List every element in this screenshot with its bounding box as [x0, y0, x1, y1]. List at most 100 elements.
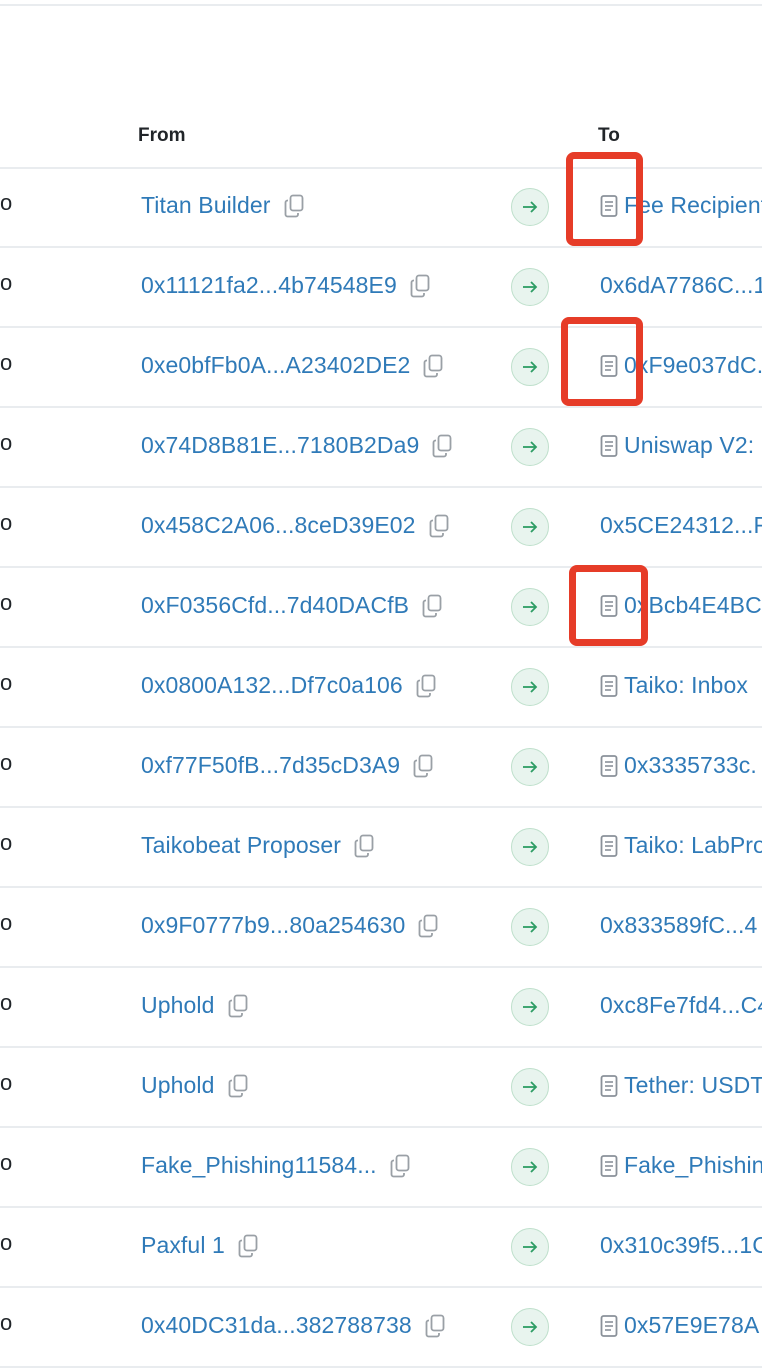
- truncated-cell: o: [0, 910, 13, 935]
- contract-icon: [600, 434, 618, 458]
- truncated-cell: o: [0, 830, 13, 855]
- copy-icon[interactable]: [410, 274, 430, 298]
- to-address: 0x5CE24312...F: [600, 512, 762, 539]
- from-address-link[interactable]: 0xe0bfFb0A...A23402DE2: [141, 352, 410, 379]
- to-address-link[interactable]: Taiko: Inbox: [624, 672, 748, 699]
- to-address-link[interactable]: 0x3335733c.: [624, 752, 757, 779]
- copy-icon[interactable]: [423, 354, 443, 378]
- direction-arrow-icon: [511, 508, 549, 546]
- to-address-link[interactable]: 0x5CE24312...F: [600, 512, 762, 539]
- top-divider: [0, 0, 762, 6]
- to-address: 0x833589fC...4: [600, 912, 757, 939]
- contract-icon: [600, 1154, 618, 1178]
- from-address-link[interactable]: Fake_Phishing11584...: [141, 1152, 377, 1179]
- truncated-cell: o: [0, 1310, 13, 1335]
- to-address-link[interactable]: Tether: USDT: [624, 1072, 762, 1099]
- copy-icon[interactable]: [228, 1074, 248, 1098]
- copy-icon[interactable]: [228, 994, 248, 1018]
- from-address: 0xF0356Cfd...7d40DACfB: [141, 592, 442, 619]
- to-address-link[interactable]: 0x310c39f5...1C: [600, 1232, 762, 1259]
- to-address: 0x57E9E78A: [600, 1312, 759, 1339]
- table-row: o Uphold Tether: USDT: [0, 1048, 762, 1128]
- from-address-link[interactable]: Paxful 1: [141, 1232, 225, 1259]
- from-address: 0x11121fa2...4b74548E9: [141, 272, 430, 299]
- copy-icon[interactable]: [238, 1234, 258, 1258]
- contract-icon: [600, 674, 618, 698]
- from-address-link[interactable]: 0x458C2A06...8ceD39E02: [141, 512, 416, 539]
- from-address-link[interactable]: 0x74D8B81E...7180B2Da9: [141, 432, 419, 459]
- table-row: o 0xf77F50fB...7d35cD3A9 0x3335733c.: [0, 728, 762, 808]
- to-address-link[interactable]: 0xc8Fe7fd4...C4: [600, 992, 762, 1019]
- column-header-to: To: [598, 125, 620, 146]
- to-address-link[interactable]: Fee Recipient: [624, 192, 762, 219]
- to-address-link[interactable]: 0xF9e037dC.: [624, 352, 762, 379]
- from-address-link[interactable]: 0x9F0777b9...80a254630: [141, 912, 405, 939]
- copy-icon[interactable]: [354, 834, 374, 858]
- copy-icon[interactable]: [284, 194, 304, 218]
- from-address-link[interactable]: Titan Builder: [141, 192, 271, 219]
- copy-icon[interactable]: [429, 514, 449, 538]
- copy-icon[interactable]: [416, 674, 436, 698]
- to-address: Fake_Phishin: [600, 1152, 762, 1179]
- to-address-link[interactable]: Uniswap V2:: [624, 432, 754, 459]
- direction-arrow-icon: [511, 988, 549, 1026]
- from-address-link[interactable]: 0x0800A132...Df7c0a106: [141, 672, 403, 699]
- truncated-cell: o: [0, 670, 13, 695]
- to-address-link[interactable]: 0x833589fC...4: [600, 912, 757, 939]
- to-address-link[interactable]: 0x6dA7786C...1: [600, 272, 762, 299]
- table-row: o 0x11121fa2...4b74548E9 0x6dA7786C...1: [0, 248, 762, 328]
- truncated-cell: o: [0, 990, 13, 1015]
- from-address: 0x74D8B81E...7180B2Da9: [141, 432, 452, 459]
- truncated-cell: o: [0, 350, 13, 375]
- to-address: Taiko: LabPro: [600, 832, 762, 859]
- table-row: o Paxful 1 0x310c39f5...1C: [0, 1208, 762, 1288]
- copy-icon[interactable]: [432, 434, 452, 458]
- from-address: Titan Builder: [141, 192, 304, 219]
- truncated-cell: o: [0, 590, 13, 615]
- table-row: o Taikobeat Proposer Taiko: LabPro: [0, 808, 762, 888]
- to-address: 0x6dA7786C...1: [600, 272, 762, 299]
- truncated-cell: o: [0, 270, 13, 295]
- copy-icon[interactable]: [422, 594, 442, 618]
- from-address-link[interactable]: 0xf77F50fB...7d35cD3A9: [141, 752, 400, 779]
- direction-arrow-icon: [511, 1068, 549, 1106]
- from-address-link[interactable]: Taikobeat Proposer: [141, 832, 341, 859]
- table-row: o 0x9F0777b9...80a254630 0x833589fC...4: [0, 888, 762, 968]
- from-address-link[interactable]: 0xF0356Cfd...7d40DACfB: [141, 592, 409, 619]
- copy-icon[interactable]: [413, 754, 433, 778]
- table-row: o 0x458C2A06...8ceD39E02 0x5CE24312...F: [0, 488, 762, 568]
- from-address-link[interactable]: Uphold: [141, 1072, 215, 1099]
- contract-icon: [600, 754, 618, 778]
- from-address: 0x0800A132...Df7c0a106: [141, 672, 436, 699]
- from-address-link[interactable]: 0x40DC31da...382788738: [141, 1312, 412, 1339]
- direction-arrow-icon: [511, 748, 549, 786]
- copy-icon[interactable]: [425, 1314, 445, 1338]
- to-address: 0xc8Fe7fd4...C4: [600, 992, 762, 1019]
- to-address-link[interactable]: Taiko: LabPro: [624, 832, 762, 859]
- direction-arrow-icon: [511, 348, 549, 386]
- to-address-link[interactable]: 0x57E9E78A: [624, 1312, 759, 1339]
- copy-icon[interactable]: [390, 1154, 410, 1178]
- table-row: o 0xe0bfFb0A...A23402DE2 0xF9e037dC.: [0, 328, 762, 408]
- table-row: o Uphold 0xc8Fe7fd4...C4: [0, 968, 762, 1048]
- table-header: From To: [0, 115, 762, 169]
- to-address-link[interactable]: Fake_Phishin: [624, 1152, 762, 1179]
- from-address: 0x40DC31da...382788738: [141, 1312, 445, 1339]
- from-address-link[interactable]: Uphold: [141, 992, 215, 1019]
- table-row: o Fake_Phishing11584... Fake_Phishin: [0, 1128, 762, 1208]
- direction-arrow-icon: [511, 268, 549, 306]
- table-row: o 0x40DC31da...382788738 0x57E9E78A: [0, 1288, 762, 1368]
- from-address: Taikobeat Proposer: [141, 832, 374, 859]
- transactions-table: o Titan Builder Fee Recipient o 0x11121fa2..…: [0, 168, 762, 1368]
- from-address: Paxful 1: [141, 1232, 258, 1259]
- truncated-cell: o: [0, 430, 13, 455]
- column-header-from: From: [138, 125, 186, 146]
- truncated-cell: o: [0, 1070, 13, 1095]
- to-address: Taiko: Inbox: [600, 672, 748, 699]
- from-address-link[interactable]: 0x11121fa2...4b74548E9: [141, 272, 397, 299]
- to-address: 0x3335733c.: [600, 752, 757, 779]
- table-row: o Titan Builder Fee Recipient: [0, 168, 762, 248]
- copy-icon[interactable]: [418, 914, 438, 938]
- highlight-box: [566, 152, 643, 246]
- from-address: Uphold: [141, 1072, 248, 1099]
